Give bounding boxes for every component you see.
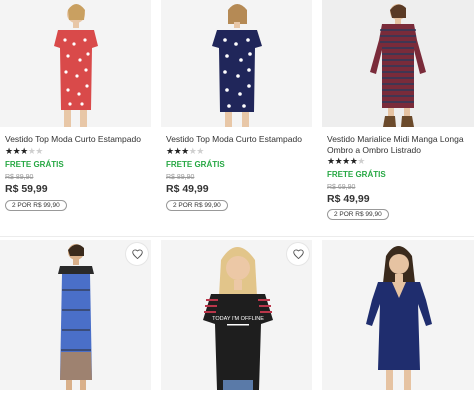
product-title[interactable]: Vestido Top Moda Curto Estampado xyxy=(5,134,151,145)
star-icon: ★★★★ xyxy=(327,156,358,166)
star-icon: ★ xyxy=(357,156,365,166)
favorite-button[interactable] xyxy=(126,243,148,265)
free-shipping-label: FRETE GRÁTIS xyxy=(166,160,225,169)
product-card[interactable] xyxy=(0,240,151,412)
current-price: R$ 59,99 xyxy=(5,183,48,195)
product-grid: Vestido Top Moda Curto Estampado ★★★★★ F… xyxy=(0,0,474,412)
star-icon: ★★★ xyxy=(5,146,28,156)
rating-stars: ★★★★★ xyxy=(166,146,204,157)
free-shipping-label: FRETE GRÁTIS xyxy=(5,160,64,169)
product-title[interactable]: Vestido Top Moda Curto Estampado xyxy=(166,134,312,145)
product-image[interactable] xyxy=(0,240,151,390)
old-price: R$ 89,90 xyxy=(5,174,34,181)
favorite-button[interactable] xyxy=(287,243,309,265)
star-icon: ★★★ xyxy=(166,146,189,156)
product-card[interactable] xyxy=(322,240,474,412)
product-card[interactable]: TODAY I'M OFFLINE xyxy=(161,240,312,412)
product-card[interactable]: Vestido Top Moda Curto Estampado ★★★★★ F… xyxy=(161,0,312,232)
old-price: R$ 69,90 xyxy=(327,184,356,191)
dress-photo xyxy=(322,240,474,390)
current-price: R$ 49,99 xyxy=(166,183,209,195)
dress-photo xyxy=(322,0,474,127)
dress-photo xyxy=(161,0,312,127)
dress-photo xyxy=(0,240,151,390)
star-icon: ★★ xyxy=(188,146,205,156)
rating-stars: ★★★★★ xyxy=(327,156,365,167)
product-image[interactable]: TODAY I'M OFFLINE xyxy=(161,240,312,390)
product-card[interactable]: Vestido Top Moda Curto Estampado ★★★★★ F… xyxy=(0,0,151,232)
promo-badge[interactable]: 2 POR R$ 99,90 xyxy=(166,200,228,211)
promo-badge[interactable]: 2 POR R$ 99,90 xyxy=(327,209,389,220)
current-price: R$ 49,99 xyxy=(327,193,370,205)
product-card[interactable]: Vestido Marialice Midi Manga Longa Ombro… xyxy=(322,0,474,232)
old-price: R$ 89,90 xyxy=(166,174,195,181)
product-image[interactable] xyxy=(161,0,312,127)
heart-icon xyxy=(292,249,304,259)
dress-photo xyxy=(0,0,151,127)
tshirt-photo: TODAY I'M OFFLINE xyxy=(161,240,312,390)
heart-icon xyxy=(131,249,143,259)
row-divider xyxy=(0,236,474,237)
star-icon: ★★ xyxy=(27,146,44,156)
rating-stars: ★★★★★ xyxy=(5,146,43,157)
product-image[interactable] xyxy=(322,240,474,390)
promo-badge[interactable]: 2 POR R$ 99,90 xyxy=(5,200,67,211)
product-image[interactable] xyxy=(322,0,474,127)
product-title[interactable]: Vestido Marialice Midi Manga Longa Ombro… xyxy=(327,134,471,156)
shirt-print-text: TODAY I'M OFFLINE xyxy=(212,316,264,322)
free-shipping-label: FRETE GRÁTIS xyxy=(327,170,386,179)
product-image[interactable] xyxy=(0,0,151,127)
